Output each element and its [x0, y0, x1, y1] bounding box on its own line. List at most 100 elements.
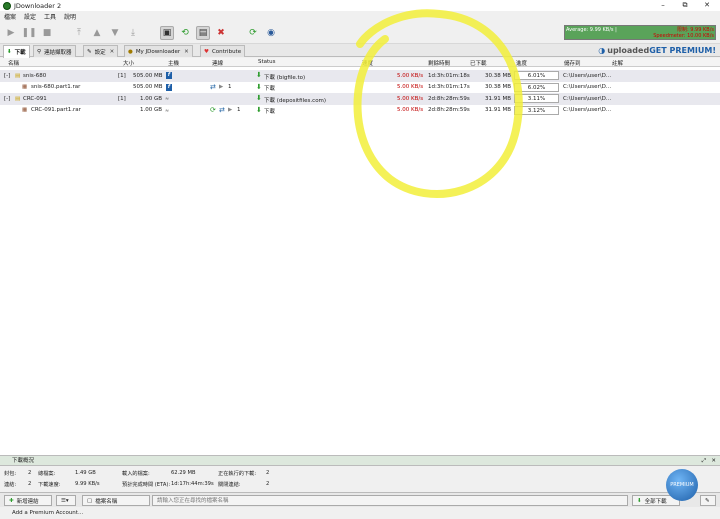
package-count: [1]: [118, 72, 126, 79]
rar-file-icon: ▦: [22, 107, 28, 113]
label: 總檔案:: [38, 471, 56, 477]
label: 載入的檔案:: [122, 471, 150, 477]
search-field-selector[interactable]: ▢ 檔案名稱: [82, 495, 150, 506]
reconnect-icon[interactable]: ◉: [264, 26, 278, 40]
tab-downloads[interactable]: ⬇ 下載: [3, 45, 30, 58]
tab-label: 下載: [14, 50, 26, 56]
menu-tools[interactable]: 工具: [44, 12, 56, 21]
auto-reconnect-icon[interactable]: ⟲: [178, 26, 192, 40]
size: 1.00 GB: [140, 95, 163, 102]
package-name: snis-680: [23, 72, 47, 79]
col-status[interactable]: Status: [258, 59, 276, 65]
status: 下載: [264, 86, 276, 92]
col-saveto[interactable]: 儲存到: [564, 59, 581, 67]
add-links-button[interactable]: ✚ 新增連結: [4, 495, 52, 506]
package-icon: ▤: [15, 72, 21, 79]
tab-myjdownloader[interactable]: ● My JDownloader ✕: [124, 45, 193, 57]
tab-label: Contribute: [211, 48, 242, 55]
premium-toggle-icon[interactable]: ▤: [196, 26, 210, 40]
search-input[interactable]: [152, 495, 628, 506]
stop-icon[interactable]: ■: [40, 26, 54, 40]
value: 1.49 GB: [75, 470, 96, 476]
package-icon: ▤: [15, 95, 21, 102]
move-top-icon[interactable]: ⤒: [72, 26, 86, 40]
size: 505.00 MB: [133, 72, 163, 79]
menu-help[interactable]: 說明: [64, 12, 76, 21]
status: 下載 (depositfiles.com): [264, 97, 327, 104]
download-status-icon: ⬇: [256, 94, 262, 102]
size: 505.00 MB: [133, 84, 163, 90]
connections: 1: [228, 84, 232, 90]
value: 9.99 KB/s: [75, 481, 100, 487]
status: 下載 (bigfile.to): [264, 74, 306, 81]
close-icon[interactable]: ✕: [711, 456, 716, 466]
bottom-toolbar: ✚ 新增連結 ☰▾ ▢ 檔案名稱 ⬇ 全部下載 ✎: [0, 492, 720, 507]
connection-icon: ⇄: [219, 105, 225, 114]
close-tab-icon[interactable]: ✕: [110, 49, 115, 55]
collapse-icon[interactable]: ⤢: [702, 456, 706, 466]
pause-icon[interactable]: ❚❚: [21, 26, 36, 40]
arrow-icon: ▶: [219, 84, 224, 90]
update-icon[interactable]: ⟳: [246, 26, 260, 40]
premium-badge-label: PREMIUM: [670, 482, 694, 488]
speedmeter-label: Speedmeter: 10.00 KB/s: [653, 33, 714, 39]
tab-label: 設定: [94, 49, 106, 56]
value: 2: [266, 470, 270, 476]
col-comment[interactable]: 註解: [612, 59, 623, 67]
connections: 1: [237, 107, 241, 113]
restore-button[interactable]: ⧉: [674, 0, 696, 11]
expander[interactable]: [-]: [4, 96, 10, 102]
progress-text: 3.12%: [527, 107, 546, 114]
premium-badge[interactable]: PREMIUM: [666, 469, 698, 501]
bigfile-host-icon: f: [166, 83, 172, 91]
close-tab-icon[interactable]: ✕: [184, 49, 189, 55]
download-status-icon: ⬇: [256, 82, 262, 91]
tab-linkgrabber[interactable]: ⚲ 連結擷取器: [33, 45, 76, 57]
close-button[interactable]: ✕: [696, 0, 718, 11]
view-options-button[interactable]: ☰▾: [56, 495, 76, 506]
settings-button[interactable]: ✎: [700, 495, 716, 506]
heart-icon: ♥: [204, 48, 209, 55]
save-to: C:\Users\user\D...: [563, 95, 612, 102]
promo-cta: GET PREMIUM!: [649, 46, 716, 55]
col-name[interactable]: 名稱: [8, 59, 19, 67]
value: 1d:17h:44m:39s: [171, 481, 214, 487]
file-name-label: 檔案名稱: [95, 498, 118, 505]
start-icon[interactable]: ▶: [4, 26, 18, 40]
move-bottom-icon[interactable]: ⤓: [126, 26, 140, 40]
label: 正在執行的下載:: [218, 471, 257, 477]
silent-mode-icon[interactable]: ✖: [214, 26, 228, 40]
download-icon: ⬇: [7, 49, 12, 55]
resume-icon: ⟳: [210, 105, 216, 114]
wrench-icon: ✎: [705, 497, 710, 504]
settings-icon: ✎: [87, 48, 92, 55]
connection-icon: ⇄: [210, 82, 216, 91]
col-connections[interactable]: 連線: [212, 59, 223, 67]
tab-settings[interactable]: ✎ 設定 ✕: [83, 45, 119, 57]
tab-contribute[interactable]: ♥ Contribute: [200, 45, 246, 57]
depositfiles-host-icon: ≈: [165, 96, 170, 102]
myjd-icon: ●: [128, 48, 133, 55]
col-host[interactable]: 主機: [168, 59, 179, 67]
progress-text: 3.11%: [527, 96, 546, 102]
clipboard-icon[interactable]: ▣: [160, 26, 174, 40]
label: 下載速度:: [38, 482, 61, 488]
speed-meter: Average: 9.99 KB/s | 限制: 9.99 KB/s Speed…: [564, 25, 716, 40]
col-size[interactable]: 大小: [123, 59, 134, 67]
expander[interactable]: [-]: [4, 73, 10, 79]
minimize-button[interactable]: –: [652, 0, 674, 11]
add-account-link[interactable]: Add a Premium Account...: [12, 510, 83, 516]
rar-file-icon: ▦: [22, 84, 28, 90]
size: 1.00 GB: [140, 107, 163, 113]
progress-text: 6.01%: [527, 73, 546, 79]
uploaded-promo[interactable]: ◑ uploaded GET PREMIUM!: [598, 45, 716, 56]
save-to: C:\Users\user\D...: [563, 84, 612, 90]
package-count: [1]: [118, 95, 126, 102]
summary-header: 下載概況 ⤢ ✕: [0, 456, 720, 466]
menu-file[interactable]: 檔案: [4, 12, 16, 21]
download-icon: ⬇: [637, 497, 642, 504]
menu-settings[interactable]: 設定: [24, 12, 36, 21]
download-status-icon: ⬇: [256, 71, 262, 79]
move-up-icon[interactable]: ▲: [90, 26, 104, 40]
move-down-icon[interactable]: ▼: [108, 26, 122, 40]
